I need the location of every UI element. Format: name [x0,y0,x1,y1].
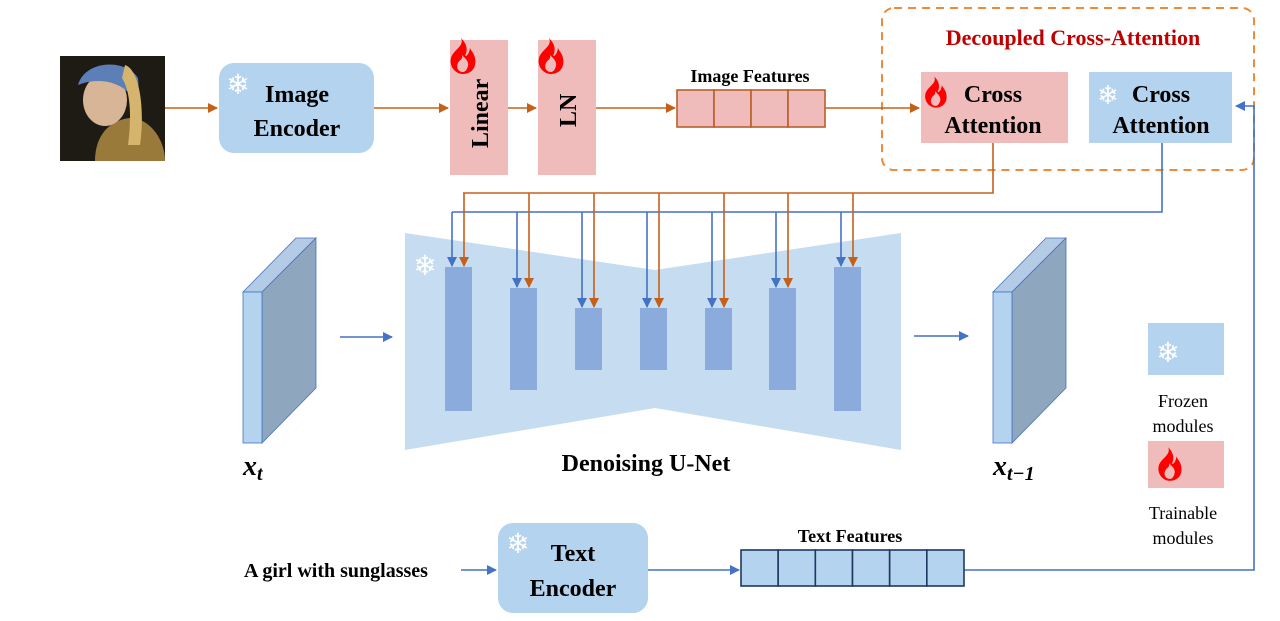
image-features: Image Features [676,66,826,128]
linear-block: Linear [450,38,508,175]
text-prompt: A girl with sunglasses [244,560,428,582]
feature-token [750,89,789,128]
latent-output: xt−1 [992,237,1067,485]
cross-attention-label: Cross [1132,82,1190,108]
legend-frozen-label: Frozen [1158,391,1208,411]
latent-output-label: xt−1 [992,451,1035,485]
decoupled-cross-attention-group: Decoupled Cross-Attention Cross Attentio… [881,7,1255,171]
unet-block [640,308,667,370]
feature-token [787,89,826,128]
image-features-label: Image Features [690,66,809,86]
feature-token [777,549,817,587]
snowflake-icon: ❄ [413,249,436,282]
linear-label: Linear [468,78,494,148]
legend-frozen-label: modules [1153,416,1214,436]
feature-token [676,89,715,128]
text-features-label: Text Features [798,526,902,546]
text-encoder-label: Encoder [530,576,617,602]
text-features: Text Features [740,526,965,587]
image-encoder-label: Encoder [254,116,341,142]
cross-attention-label: Attention [944,113,1041,139]
legend-trainable-label: modules [1153,528,1214,548]
snowflake-icon: ❄ [506,527,529,560]
unet-block [705,308,732,370]
feature-token [814,549,854,587]
ip-adapter-diagram: ❄ Image Encoder Linear LN Image Features… [60,7,1255,613]
unet-block [834,267,861,411]
text-encoder-label: Text [551,541,595,567]
snowflake-icon: ❄ [1156,336,1179,369]
legend-trainable-label: Trainable [1149,503,1217,523]
snowflake-icon: ❄ [1097,81,1119,111]
decoupled-title: Decoupled Cross-Attention [946,25,1200,50]
cross-attention-label: Attention [1112,113,1209,139]
reference-image-portrait [60,56,165,161]
latent-input-label: xt [242,451,264,485]
denoising-unet: ❄ Denoising U-Net [405,193,901,477]
feature-token [713,89,752,128]
ln-label: LN [556,93,582,127]
text-encoder-block: ❄ Text Encoder [498,523,648,613]
image-encoder-block: ❄ Image Encoder [219,63,374,153]
ln-block: LN [538,38,596,175]
snowflake-icon: ❄ [226,68,249,101]
cross-attention-label: Cross [964,82,1022,108]
image-encoder-label: Image [265,82,329,108]
unet-block [575,308,602,370]
feature-token [888,549,928,587]
unet-block [510,288,537,390]
feature-token [740,549,779,587]
feature-token [851,549,891,587]
unet-block [769,288,796,390]
unet-block [445,267,472,411]
latent-input: xt [242,237,317,485]
feature-token [926,549,965,587]
unet-label: Denoising U-Net [562,451,731,477]
legend: ❄ Frozen modules Trainable modules [1148,323,1224,548]
